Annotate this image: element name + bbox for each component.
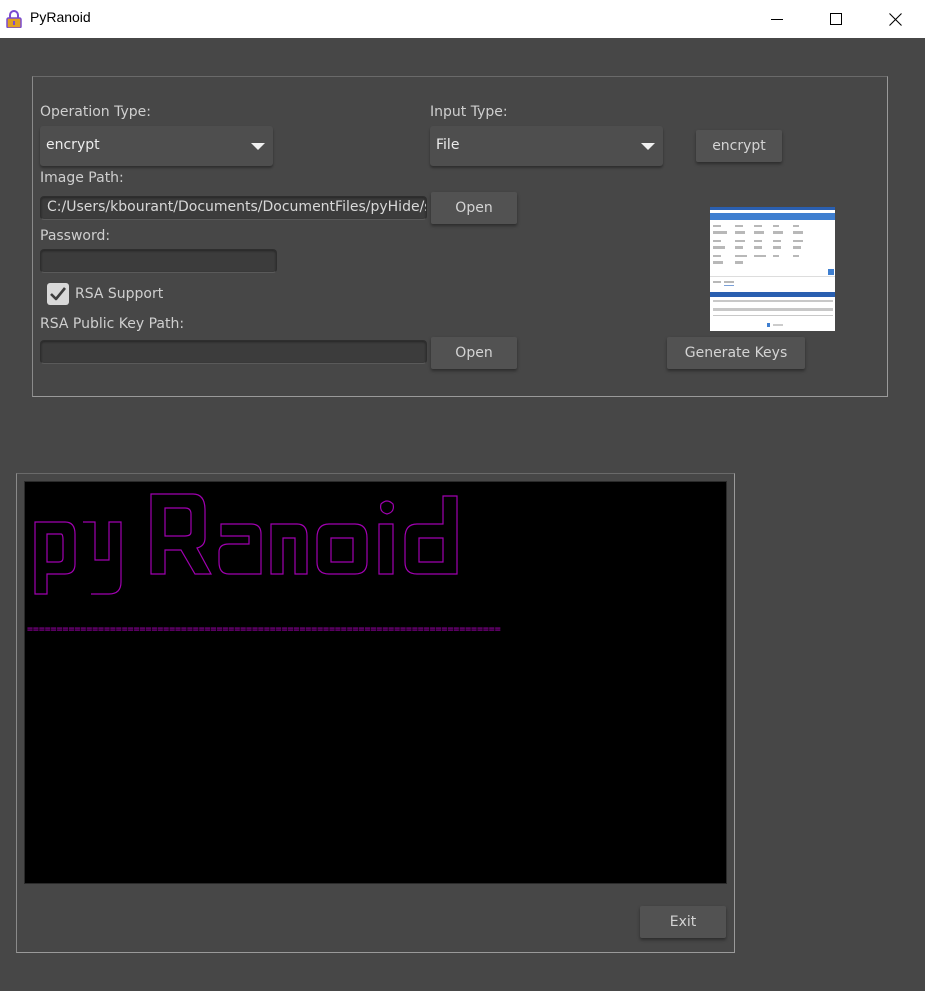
chevron-down-icon — [641, 143, 655, 150]
rsa-public-key-path-label: RSA Public Key Path: — [40, 316, 185, 332]
rsa-support-label[interactable]: RSA Support — [75, 286, 163, 302]
operation-type-dropdown[interactable]: encrypt — [40, 126, 273, 166]
rsa-support-checkbox[interactable] — [47, 283, 69, 305]
generate-keys-button[interactable]: Generate Keys — [667, 337, 805, 369]
image-open-button[interactable]: Open — [431, 192, 517, 224]
encrypt-button[interactable]: encrypt — [696, 130, 782, 162]
image-path-value: C:/Users/kbourant/Documents/DocumentFile… — [47, 199, 427, 215]
operation-type-label: Operation Type: — [40, 104, 151, 120]
exit-button[interactable]: Exit — [640, 906, 726, 938]
close-button[interactable] — [866, 0, 924, 38]
input-type-label: Input Type: — [430, 104, 508, 120]
image-preview — [710, 207, 835, 331]
rsa-key-open-button[interactable]: Open — [431, 337, 517, 369]
chevron-down-icon — [251, 143, 265, 150]
minimize-button[interactable] — [748, 0, 806, 38]
image-path-input[interactable]: C:/Users/kbourant/Documents/DocumentFile… — [40, 196, 427, 220]
maximize-icon — [830, 13, 842, 25]
console-separator: ========================================… — [27, 624, 501, 635]
password-input[interactable] — [40, 249, 277, 273]
operation-type-value: encrypt — [46, 137, 100, 153]
console-output: ========================================… — [24, 481, 727, 884]
input-type-value: File — [436, 137, 460, 153]
image-path-label: Image Path: — [40, 170, 124, 186]
maximize-button[interactable] — [807, 0, 865, 38]
window-title: PyRanoid — [30, 9, 91, 25]
password-label: Password: — [40, 228, 111, 244]
padlock-icon — [6, 10, 22, 29]
close-icon — [888, 12, 902, 26]
input-type-dropdown[interactable]: File — [430, 126, 663, 166]
checkmark-icon — [50, 287, 67, 301]
title-bar: PyRanoid — [0, 0, 925, 38]
ascii-banner — [34, 493, 458, 595]
minimize-icon — [771, 19, 783, 20]
rsa-public-key-path-input[interactable] — [40, 340, 427, 364]
